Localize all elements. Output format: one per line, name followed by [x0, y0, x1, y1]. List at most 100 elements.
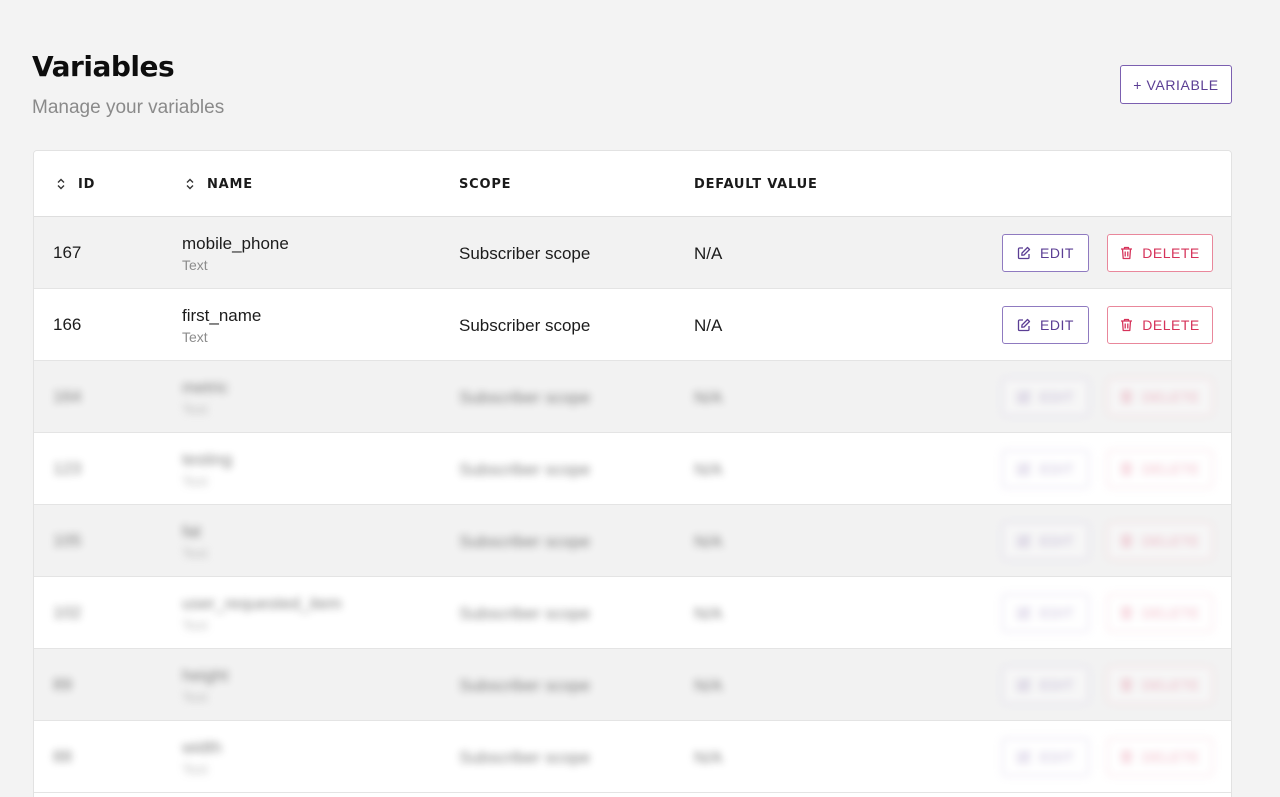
- add-variable-button[interactable]: + VARIABLE: [1120, 65, 1232, 104]
- row-default-value: N/A: [694, 388, 723, 407]
- row-name-cell: width Text: [182, 738, 222, 777]
- column-header-id[interactable]: ID: [56, 151, 95, 217]
- delete-button[interactable]: DELETE: [1107, 234, 1213, 272]
- row-name-cell: first_name Text: [182, 306, 261, 345]
- pencil-edit-icon: [1017, 750, 1031, 764]
- row-type: Text: [182, 545, 208, 561]
- row-name: testing: [182, 450, 233, 469]
- row-default-value: N/A: [694, 676, 723, 695]
- edit-button-label: EDIT: [1040, 605, 1074, 621]
- column-header-id-label: ID: [78, 176, 96, 192]
- row-name-cell: testing Text: [182, 450, 232, 489]
- table-row: 164 metric Text Subscriber scope N/A EDI…: [34, 361, 1231, 433]
- edit-button[interactable]: EDIT: [1002, 234, 1089, 272]
- delete-button[interactable]: DELETE: [1107, 738, 1213, 776]
- row-name-cell: mobile_phone Text: [182, 234, 289, 273]
- edit-button-label: EDIT: [1040, 461, 1074, 477]
- row-scope: Subscriber scope: [459, 532, 591, 551]
- row-scope: Subscriber scope: [459, 748, 591, 767]
- row-type: Text: [182, 401, 208, 417]
- row-id: 166: [53, 315, 82, 334]
- table-row: 123 testing Text Subscriber scope N/A ED…: [34, 433, 1231, 505]
- pencil-edit-icon: [1017, 318, 1031, 332]
- page-subtitle: Manage your variables: [32, 97, 225, 118]
- row-type: Text: [182, 329, 208, 345]
- row-name-cell: user_requested_item Text: [182, 594, 342, 633]
- edit-button[interactable]: EDIT: [1002, 378, 1089, 416]
- row-name: fat: [182, 522, 201, 541]
- delete-button[interactable]: DELETE: [1107, 522, 1213, 560]
- delete-button[interactable]: DELETE: [1107, 378, 1213, 416]
- row-scope: Subscriber scope: [459, 388, 591, 407]
- edit-button[interactable]: EDIT: [1002, 450, 1089, 488]
- row-default-value: N/A: [694, 604, 723, 623]
- pencil-edit-icon: [1017, 606, 1031, 620]
- row-type: Text: [182, 761, 208, 777]
- row-name-cell: metric Text: [182, 378, 228, 417]
- row-name: height: [182, 666, 229, 685]
- delete-button[interactable]: DELETE: [1107, 666, 1213, 704]
- column-header-name[interactable]: NAME: [185, 151, 253, 217]
- row-type: Text: [182, 617, 208, 633]
- trash-icon: [1121, 606, 1133, 620]
- row-type: Text: [182, 689, 208, 705]
- table-row: 88 width Text Subscriber scope N/A EDIT …: [34, 721, 1231, 793]
- table-header: ID NAME SCOPE DEFAULT VALUE: [34, 151, 1231, 217]
- edit-button-label: EDIT: [1040, 533, 1074, 549]
- edit-button[interactable]: EDIT: [1002, 666, 1089, 704]
- table-row: 166 first_name Text Subscriber scope N/A…: [34, 289, 1231, 361]
- pencil-edit-icon: [1017, 678, 1031, 692]
- edit-button[interactable]: EDIT: [1002, 522, 1089, 560]
- edit-button-label: EDIT: [1040, 245, 1074, 261]
- pencil-edit-icon: [1017, 390, 1031, 404]
- delete-button-label: DELETE: [1142, 389, 1200, 405]
- row-type: Text: [182, 473, 208, 489]
- variables-page: Variables Manage your variables + VARIAB…: [0, 0, 1280, 797]
- row-name: user_requested_item: [182, 594, 342, 613]
- trash-icon: [1121, 678, 1133, 692]
- delete-button-label: DELETE: [1142, 605, 1200, 621]
- table-row: 102 user_requested_item Text Subscriber …: [34, 577, 1231, 649]
- edit-button-label: EDIT: [1040, 389, 1074, 405]
- edit-button-label: EDIT: [1040, 677, 1074, 693]
- delete-button[interactable]: DELETE: [1107, 306, 1213, 344]
- row-scope: Subscriber scope: [459, 460, 591, 479]
- row-scope: Subscriber scope: [459, 316, 591, 335]
- delete-button-label: DELETE: [1142, 749, 1200, 765]
- row-id: 89: [53, 675, 72, 694]
- row-id: 105: [53, 531, 82, 550]
- row-name-cell: height Text: [182, 666, 228, 705]
- trash-icon: [1121, 390, 1133, 404]
- row-name: first_name: [182, 306, 262, 325]
- edit-button[interactable]: EDIT: [1002, 738, 1089, 776]
- table-body: 167 mobile_phone Text Subscriber scope N…: [34, 217, 1231, 793]
- row-name-cell: fat Text: [182, 522, 208, 561]
- delete-button-label: DELETE: [1142, 245, 1200, 261]
- delete-button-label: DELETE: [1142, 533, 1200, 549]
- edit-button[interactable]: EDIT: [1002, 594, 1089, 632]
- pencil-edit-icon: [1017, 462, 1031, 476]
- row-scope: Subscriber scope: [459, 604, 591, 623]
- pencil-edit-icon: [1017, 534, 1031, 548]
- row-id: 123: [53, 459, 82, 478]
- variables-table: ID NAME SCOPE DEFAULT VALUE 167 mobile_p…: [33, 150, 1232, 797]
- trash-icon: [1121, 462, 1133, 476]
- row-id: 167: [53, 243, 82, 262]
- edit-button-label: EDIT: [1040, 749, 1074, 765]
- trash-icon: [1121, 318, 1133, 332]
- row-id: 102: [53, 603, 82, 622]
- row-id: 88: [53, 747, 72, 766]
- row-default-value: N/A: [694, 532, 723, 551]
- row-scope: Subscriber scope: [459, 676, 591, 695]
- row-type: Text: [182, 257, 208, 273]
- trash-icon: [1121, 246, 1133, 260]
- delete-button-label: DELETE: [1142, 677, 1200, 693]
- delete-button-label: DELETE: [1142, 461, 1200, 477]
- delete-button[interactable]: DELETE: [1107, 594, 1213, 632]
- column-header-scope: SCOPE: [459, 176, 512, 192]
- row-name: width: [182, 738, 222, 757]
- trash-icon: [1121, 750, 1133, 764]
- row-name: metric: [182, 378, 229, 397]
- edit-button[interactable]: EDIT: [1002, 306, 1089, 344]
- delete-button[interactable]: DELETE: [1107, 450, 1213, 488]
